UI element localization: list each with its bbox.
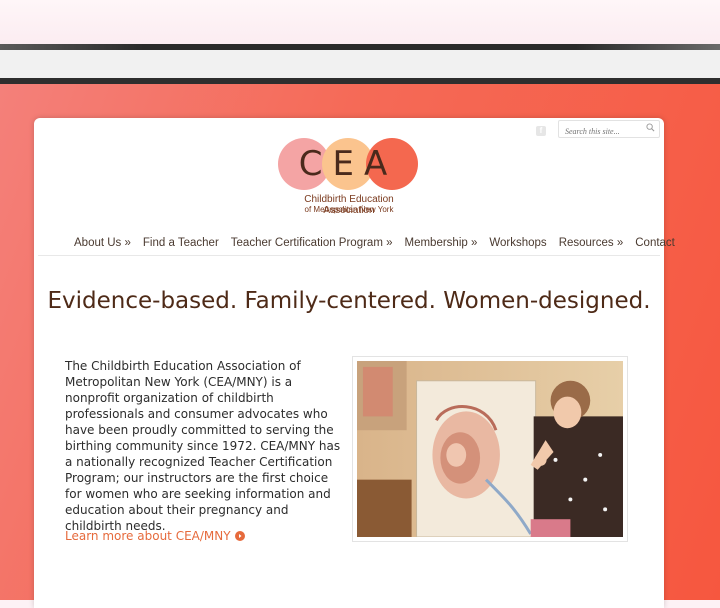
nav-item-membership[interactable]: Membership » — [399, 237, 484, 257]
learn-more-link[interactable]: Learn more about CEA/MNY — [65, 529, 245, 543]
intro-paragraph: The Childbirth Education Association of … — [65, 359, 341, 533]
facebook-icon[interactable]: f — [536, 126, 546, 136]
logo-letters: CEA — [298, 144, 398, 184]
arrow-circle-icon — [234, 531, 245, 541]
nav-item-resources[interactable]: Resources » — [553, 237, 630, 257]
nav-item-about-us[interactable]: About Us » — [68, 237, 137, 257]
nav-item-teacher-certification[interactable]: Teacher Certification Program » — [225, 237, 399, 257]
search-icon[interactable] — [646, 123, 655, 132]
nav-item-contact[interactable]: Contact — [629, 237, 681, 257]
search-input[interactable] — [559, 124, 643, 139]
browser-top-area — [0, 0, 720, 46]
main-navigation: About Us » Find a Teacher Teacher Certif… — [68, 237, 681, 257]
search-box — [558, 120, 660, 139]
browser-toolbar — [0, 50, 720, 78]
instructor-with-anatomy-chart-image — [357, 361, 623, 537]
logo-organization-location: of Metropolitan New York — [304, 205, 394, 214]
nav-item-workshops[interactable]: Workshops — [483, 237, 552, 257]
featured-photo — [352, 356, 628, 542]
nav-item-find-a-teacher[interactable]: Find a Teacher — [137, 237, 225, 257]
page-tagline: Evidence-based. Family-centered. Women-d… — [47, 288, 651, 314]
site-container: f CEA Childbirth Education Association o… — [34, 118, 675, 608]
learn-more-label: Learn more about CEA/MNY — [65, 529, 231, 543]
nav-divider — [38, 255, 660, 256]
site-logo[interactable]: CEA Childbirth Education Association of … — [278, 138, 428, 218]
